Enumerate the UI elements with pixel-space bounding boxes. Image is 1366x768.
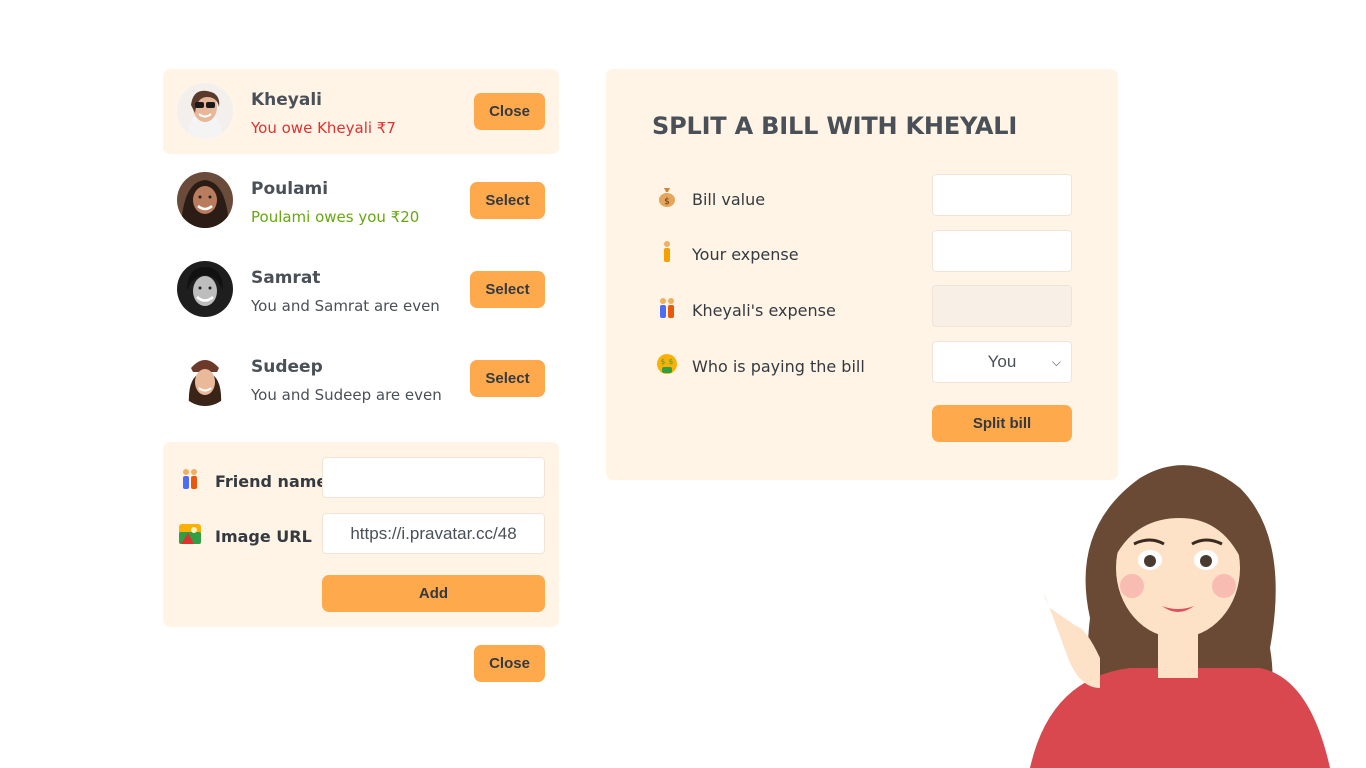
friend-name: Poulami (251, 179, 329, 199)
people-icon (179, 468, 201, 495)
select-friend-button[interactable]: Select (470, 271, 545, 308)
split-bill-button[interactable]: Split bill (932, 405, 1072, 442)
friend-name-input[interactable] (322, 457, 545, 498)
chevron-down-icon: ⌵ (1051, 355, 1061, 369)
friend-balance: You and Sudeep are even (251, 386, 442, 404)
person-icon (656, 241, 678, 268)
image-url-input[interactable]: https://i.pravatar.cc/48 (322, 513, 545, 554)
add-friend-form: Friend name Image URL https://i.pravatar… (163, 442, 559, 627)
close-form-button[interactable]: Close (474, 645, 545, 682)
bill-value-input[interactable] (932, 174, 1072, 216)
your-expense-row: Your expense (656, 241, 799, 268)
select-friend-button[interactable]: Select (470, 360, 545, 397)
avatar-poulami (177, 172, 233, 228)
friend-name-label: Friend name (179, 468, 327, 495)
money-bag-icon: $ (656, 186, 678, 213)
friend-balance: You owe Kheyali ₹7 (251, 119, 396, 137)
svg-text:$: $ (664, 197, 670, 207)
money-face-icon: $ $ (656, 353, 678, 380)
landscape-icon (179, 524, 201, 549)
friend-name: Kheyali (251, 90, 323, 110)
friend-item-samrat: Samrat You and Samrat are even Select (163, 247, 559, 332)
friend-name: Samrat (251, 268, 321, 288)
friend-name: Sudeep (251, 357, 323, 377)
friend-item-sudeep: Sudeep You and Sudeep are even Select (163, 336, 559, 421)
friend-item-kheyali: Kheyali You owe Kheyali ₹7 Close (163, 69, 559, 154)
add-friend-button[interactable]: Add (322, 575, 545, 612)
split-bill-form: SPLIT A BILL WITH KHEYALI $ Bill value Y… (606, 69, 1118, 480)
friends-list: Kheyali You owe Kheyali ₹7 Close Poulami… (163, 69, 559, 425)
friend-expense-input (932, 285, 1072, 327)
svg-text:$: $ (661, 358, 665, 366)
friend-balance: Poulami owes you ₹20 (251, 208, 420, 226)
friend-expense-row: Kheyali's expense (656, 297, 836, 324)
friend-balance: You and Samrat are even (251, 297, 440, 315)
avatar-sudeep (177, 350, 233, 406)
friend-item-poulami: Poulami Poulami owes you ₹20 Select (163, 158, 559, 243)
close-friend-button[interactable]: Close (474, 93, 545, 130)
payer-row: $ $ Who is paying the bill (656, 353, 865, 380)
your-expense-input[interactable] (932, 230, 1072, 272)
people-icon (656, 297, 678, 324)
image-url-label: Image URL (179, 524, 312, 549)
select-friend-button[interactable]: Select (470, 182, 545, 219)
avatar-samrat (177, 261, 233, 317)
svg-text:$: $ (669, 358, 673, 366)
payer-select[interactable]: You ⌵ (932, 341, 1072, 383)
split-title: SPLIT A BILL WITH KHEYALI (652, 112, 1018, 140)
avatar-kheyali (177, 83, 233, 139)
bill-value-row: $ Bill value (656, 186, 765, 213)
character-illustration (1010, 458, 1366, 768)
